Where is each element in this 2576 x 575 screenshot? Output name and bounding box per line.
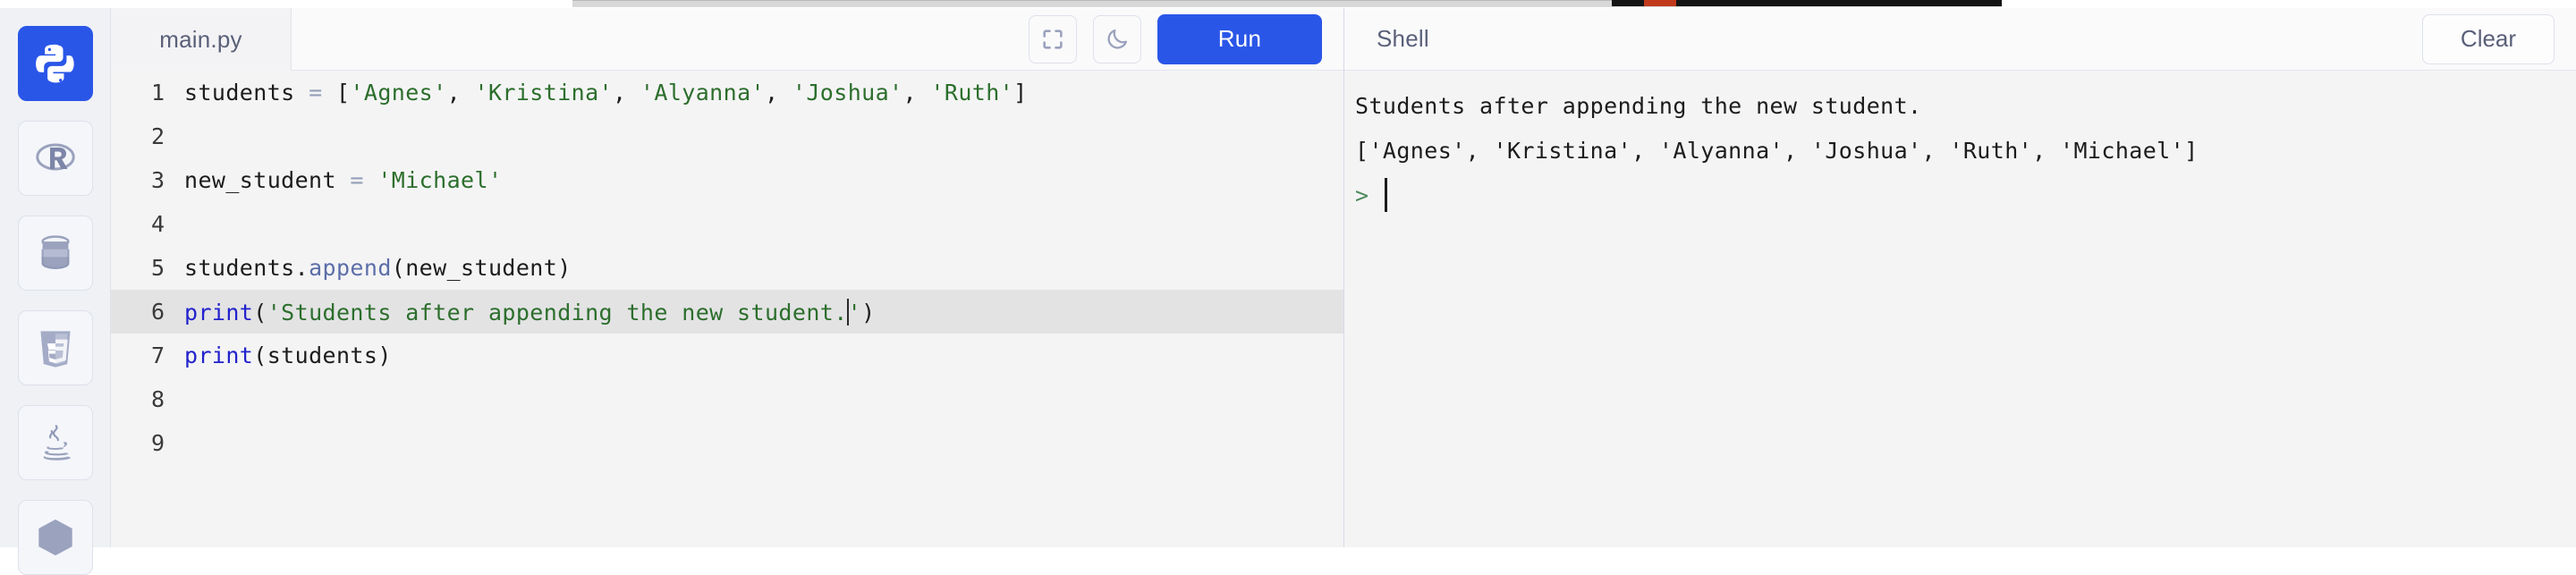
code-line[interactable]: 4 bbox=[111, 202, 1343, 246]
code-token: 'Agnes' bbox=[350, 80, 447, 106]
shell-toolbar: Shell Clear bbox=[1344, 8, 2576, 71]
clear-button[interactable]: Clear bbox=[2422, 13, 2555, 64]
code-line[interactable]: 3 new_student = 'Michael' bbox=[111, 158, 1343, 202]
code-line-text: print('Students after appending the new … bbox=[184, 298, 876, 326]
code-line-text: new_student = 'Michael' bbox=[184, 167, 502, 193]
code-line-text: students = ['Agnes', 'Kristina', 'Alyann… bbox=[184, 80, 1028, 106]
r-icon bbox=[35, 143, 75, 171]
sidebar-item-r[interactable] bbox=[17, 121, 93, 196]
run-button[interactable]: Run bbox=[1157, 13, 1322, 64]
code-token: , bbox=[613, 80, 640, 106]
code-line[interactable]: 5 students.append(new_student) bbox=[111, 246, 1343, 290]
chrome-accent-remnant bbox=[1644, 0, 1676, 6]
editor-toolbar: main.py Run bbox=[111, 8, 1343, 71]
sidebar-item-java[interactable] bbox=[17, 405, 93, 480]
code-token: new_student bbox=[184, 167, 351, 193]
code-token: print bbox=[184, 342, 254, 368]
shell-title: Shell bbox=[1377, 25, 1429, 52]
java-icon bbox=[43, 425, 71, 461]
python-icon bbox=[35, 44, 74, 83]
run-button-label: Run bbox=[1217, 25, 1262, 52]
shell-output-line: Students after appending the new student… bbox=[1355, 92, 1922, 119]
line-number: 6 bbox=[150, 299, 165, 325]
language-sidebar bbox=[0, 8, 111, 575]
tab-main-py-label: main.py bbox=[159, 25, 242, 53]
line-number: 7 bbox=[150, 342, 165, 368]
line-number: 1 bbox=[150, 80, 165, 106]
code-line[interactable]: 7 print(students) bbox=[111, 334, 1343, 377]
code-token: 'Joshua' bbox=[792, 80, 903, 106]
line-number: 3 bbox=[150, 167, 165, 193]
tab-main-py[interactable]: main.py bbox=[111, 8, 292, 71]
code-token: , bbox=[902, 80, 931, 106]
code-token: append bbox=[309, 255, 392, 281]
sidebar-item-database[interactable] bbox=[17, 216, 93, 291]
sidebar-item-html5[interactable] bbox=[17, 310, 93, 385]
database-icon bbox=[40, 235, 70, 269]
editor-toolbar-actions: Run bbox=[292, 8, 1343, 71]
nodejs-icon bbox=[38, 519, 72, 556]
code-line[interactable]: 8 bbox=[111, 377, 1343, 421]
sidebar-item-python[interactable] bbox=[17, 26, 93, 101]
shell-pane: Shell Clear Students after appending the… bbox=[1343, 8, 2576, 547]
code-token: (new_student) bbox=[391, 255, 572, 281]
code-editor[interactable]: 1 students = ['Agnes', 'Kristina', 'Alyan… bbox=[111, 71, 1343, 547]
editor-pane: main.py Run 1 students = ['Agnes', 'Kris… bbox=[111, 8, 1343, 547]
code-token: students. bbox=[184, 255, 309, 281]
shell-output-line: ['Agnes', 'Kristina', 'Alyanna', 'Joshua… bbox=[1355, 137, 2199, 164]
line-number: 9 bbox=[150, 430, 165, 456]
code-line[interactable]: 1 students = ['Agnes', 'Kristina', 'Alyan… bbox=[111, 71, 1343, 114]
code-token: ) bbox=[861, 299, 876, 326]
theme-toggle-button[interactable] bbox=[1093, 14, 1141, 63]
line-number: 4 bbox=[150, 211, 165, 237]
code-token: 'Kristina' bbox=[474, 80, 614, 106]
code-token: 'Students after appending the new studen… bbox=[267, 299, 848, 326]
code-token: = bbox=[309, 80, 323, 106]
line-number: 2 bbox=[150, 123, 165, 149]
code-token: students bbox=[184, 80, 309, 106]
browser-chrome-strip bbox=[0, 0, 2576, 8]
shell-prompt-row[interactable]: > bbox=[1355, 173, 2576, 217]
code-token: 'Alyanna' bbox=[640, 80, 765, 106]
code-token: 'Ruth' bbox=[930, 80, 1014, 106]
clear-button-label: Clear bbox=[2460, 25, 2517, 52]
shell-cursor bbox=[1385, 178, 1388, 212]
code-line-text: students.append(new_student) bbox=[184, 255, 572, 281]
code-token: = bbox=[350, 167, 364, 193]
sidebar-item-nodejs[interactable] bbox=[17, 500, 93, 575]
prompt-symbol: > bbox=[1355, 182, 1369, 208]
shell-output[interactable]: Students after appending the new student… bbox=[1344, 71, 2576, 547]
code-token: ( bbox=[253, 299, 267, 326]
code-line[interactable]: 2 bbox=[111, 114, 1343, 158]
code-token: 'Michael' bbox=[377, 167, 503, 193]
code-line[interactable]: 6 print('Students after appending the new… bbox=[111, 290, 1343, 334]
fullscreen-icon bbox=[1043, 29, 1063, 49]
code-token: [ bbox=[322, 80, 351, 106]
code-token: , bbox=[446, 80, 475, 106]
fullscreen-button[interactable] bbox=[1029, 14, 1077, 63]
code-line[interactable]: 9 bbox=[111, 421, 1343, 465]
code-token: print bbox=[184, 299, 254, 326]
code-line-text: print(students) bbox=[184, 342, 392, 368]
html5-icon bbox=[39, 331, 71, 368]
ide-app: main.py Run 1 students = ['Agnes', 'Kris… bbox=[0, 8, 2576, 575]
code-token: ] bbox=[1013, 80, 1028, 106]
moon-icon bbox=[1107, 29, 1128, 49]
code-token: , bbox=[764, 80, 792, 106]
line-number: 5 bbox=[150, 255, 165, 281]
code-token: ' bbox=[847, 299, 862, 326]
line-number: 8 bbox=[150, 386, 165, 412]
code-token: (students) bbox=[253, 342, 392, 368]
